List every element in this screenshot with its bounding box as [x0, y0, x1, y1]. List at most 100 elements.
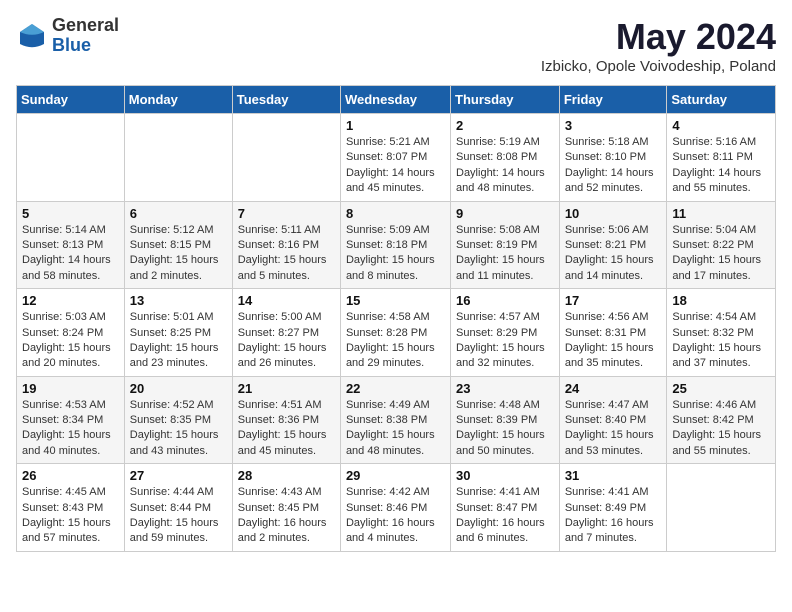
day-number: 26: [22, 468, 119, 483]
day-number: 18: [672, 293, 770, 308]
day-info: Sunrise: 4:56 AMSunset: 8:31 PMDaylight:…: [565, 310, 662, 372]
day-cell: 14 Sunrise: 5:00 AMSunset: 8:27 PMDayligh…: [232, 289, 340, 377]
day-info: Sunrise: 5:12 AMSunset: 8:15 PMDaylight:…: [130, 223, 227, 285]
day-info: Sunrise: 4:57 AMSunset: 8:29 PMDaylight:…: [456, 310, 554, 372]
day-number: 1: [346, 118, 445, 133]
day-cell: 29 Sunrise: 4:42 AMSunset: 8:46 PMDayligh…: [340, 464, 450, 552]
day-cell: 1 Sunrise: 5:21 AMSunset: 8:07 PMDaylight…: [340, 114, 450, 202]
day-number: 8: [346, 206, 445, 221]
day-number: 21: [238, 381, 335, 396]
day-info: Sunrise: 5:11 AMSunset: 8:16 PMDaylight:…: [238, 223, 335, 285]
day-number: 20: [130, 381, 227, 396]
day-number: 29: [346, 468, 445, 483]
day-number: 10: [565, 206, 662, 221]
logo: General Blue: [16, 16, 119, 56]
day-number: 19: [22, 381, 119, 396]
header-cell-friday: Friday: [559, 86, 667, 114]
day-info: Sunrise: 4:52 AMSunset: 8:35 PMDaylight:…: [130, 398, 227, 460]
day-cell: 22Sunrise: 4:49 AMSunset: 8:38 PMDayligh…: [340, 376, 450, 464]
calendar-header: SundayMondayTuesdayWednesdayThursdayFrid…: [17, 86, 776, 114]
day-info: Sunrise: 4:45 AMSunset: 8:43 PMDaylight:…: [22, 485, 119, 547]
day-info: Sunrise: 5:00 AMSunset: 8:27 PMDaylight:…: [238, 310, 335, 372]
day-number: 3: [565, 118, 662, 133]
header-cell-sunday: Sunday: [17, 86, 125, 114]
day-info: Sunrise: 5:03 AMSunset: 8:24 PMDaylight:…: [22, 310, 119, 372]
day-number: 25: [672, 381, 770, 396]
day-number: 15: [346, 293, 445, 308]
title-block: May 2024 Izbicko, Opole Voivodeship, Pol…: [541, 16, 776, 75]
location: Izbicko, Opole Voivodeship, Poland: [541, 58, 776, 75]
day-cell: 26 Sunrise: 4:45 AMSunset: 8:43 PMDayligh…: [17, 464, 125, 552]
day-cell: 28Sunrise: 4:43 AMSunset: 8:45 PMDayligh…: [232, 464, 340, 552]
day-cell: 25Sunrise: 4:46 AMSunset: 8:42 PMDayligh…: [667, 376, 776, 464]
logo-blue: Blue: [52, 36, 119, 56]
day-cell: 12 Sunrise: 5:03 AMSunset: 8:24 PMDayligh…: [17, 289, 125, 377]
day-cell: 18 Sunrise: 4:54 AMSunset: 8:32 PMDayligh…: [667, 289, 776, 377]
day-number: 2: [456, 118, 554, 133]
day-info: Sunrise: 5:14 AMSunset: 8:13 PMDaylight:…: [22, 223, 119, 285]
day-cell: 6 Sunrise: 5:12 AMSunset: 8:15 PMDaylight…: [124, 201, 232, 289]
header-cell-tuesday: Tuesday: [232, 86, 340, 114]
day-number: 5: [22, 206, 119, 221]
day-info: Sunrise: 4:41 AMSunset: 8:47 PMDaylight:…: [456, 485, 554, 547]
day-cell: 20 Sunrise: 4:52 AMSunset: 8:35 PMDayligh…: [124, 376, 232, 464]
day-info: Sunrise: 5:21 AMSunset: 8:07 PMDaylight:…: [346, 135, 445, 197]
day-cell: 30Sunrise: 4:41 AMSunset: 8:47 PMDayligh…: [451, 464, 560, 552]
day-cell: [17, 114, 125, 202]
day-info: Sunrise: 4:48 AMSunset: 8:39 PMDaylight:…: [456, 398, 554, 460]
day-info: Sunrise: 5:06 AMSunset: 8:21 PMDaylight:…: [565, 223, 662, 285]
day-cell: 23 Sunrise: 4:48 AMSunset: 8:39 PMDayligh…: [451, 376, 560, 464]
day-number: 11: [672, 206, 770, 221]
day-number: 31: [565, 468, 662, 483]
day-cell: [232, 114, 340, 202]
day-cell: [667, 464, 776, 552]
day-info: Sunrise: 4:53 AMSunset: 8:34 PMDaylight:…: [22, 398, 119, 460]
day-info: Sunrise: 4:42 AMSunset: 8:46 PMDaylight:…: [346, 485, 445, 547]
day-number: 16: [456, 293, 554, 308]
day-info: Sunrise: 4:51 AMSunset: 8:36 PMDaylight:…: [238, 398, 335, 460]
day-cell: 2Sunrise: 5:19 AMSunset: 8:08 PMDaylight…: [451, 114, 560, 202]
day-cell: 15Sunrise: 4:58 AMSunset: 8:28 PMDayligh…: [340, 289, 450, 377]
day-info: Sunrise: 4:54 AMSunset: 8:32 PMDaylight:…: [672, 310, 770, 372]
header-cell-thursday: Thursday: [451, 86, 560, 114]
calendar: SundayMondayTuesdayWednesdayThursdayFrid…: [16, 85, 776, 552]
day-cell: 5 Sunrise: 5:14 AMSunset: 8:13 PMDaylight…: [17, 201, 125, 289]
day-cell: 3Sunrise: 5:18 AMSunset: 8:10 PMDaylight…: [559, 114, 667, 202]
day-number: 14: [238, 293, 335, 308]
day-number: 24: [565, 381, 662, 396]
day-cell: 9 Sunrise: 5:08 AMSunset: 8:19 PMDaylight…: [451, 201, 560, 289]
day-info: Sunrise: 4:47 AMSunset: 8:40 PMDaylight:…: [565, 398, 662, 460]
header-cell-saturday: Saturday: [667, 86, 776, 114]
day-number: 7: [238, 206, 335, 221]
day-info: Sunrise: 4:44 AMSunset: 8:44 PMDaylight:…: [130, 485, 227, 547]
logo-icon: [16, 20, 48, 52]
day-info: Sunrise: 4:49 AMSunset: 8:38 PMDaylight:…: [346, 398, 445, 460]
day-info: Sunrise: 4:41 AMSunset: 8:49 PMDaylight:…: [565, 485, 662, 547]
logo-text: General Blue: [52, 16, 119, 56]
day-info: Sunrise: 5:01 AMSunset: 8:25 PMDaylight:…: [130, 310, 227, 372]
day-number: 6: [130, 206, 227, 221]
day-cell: 8Sunrise: 5:09 AMSunset: 8:18 PMDaylight…: [340, 201, 450, 289]
page-header: General Blue May 2024 Izbicko, Opole Voi…: [16, 16, 776, 75]
week-row-1: 1 Sunrise: 5:21 AMSunset: 8:07 PMDaylight…: [17, 114, 776, 202]
day-cell: 13 Sunrise: 5:01 AMSunset: 8:25 PMDayligh…: [124, 289, 232, 377]
day-cell: 7 Sunrise: 5:11 AMSunset: 8:16 PMDaylight…: [232, 201, 340, 289]
day-number: 4: [672, 118, 770, 133]
day-number: 9: [456, 206, 554, 221]
month-title: May 2024: [541, 16, 776, 58]
day-info: Sunrise: 5:08 AMSunset: 8:19 PMDaylight:…: [456, 223, 554, 285]
day-number: 13: [130, 293, 227, 308]
week-row-2: 5 Sunrise: 5:14 AMSunset: 8:13 PMDaylight…: [17, 201, 776, 289]
day-cell: 24 Sunrise: 4:47 AMSunset: 8:40 PMDayligh…: [559, 376, 667, 464]
day-number: 17: [565, 293, 662, 308]
day-info: Sunrise: 5:16 AMSunset: 8:11 PMDaylight:…: [672, 135, 770, 197]
calendar-body: 1 Sunrise: 5:21 AMSunset: 8:07 PMDaylight…: [17, 114, 776, 552]
week-row-3: 12 Sunrise: 5:03 AMSunset: 8:24 PMDayligh…: [17, 289, 776, 377]
day-cell: 27Sunrise: 4:44 AMSunset: 8:44 PMDayligh…: [124, 464, 232, 552]
week-row-4: 19 Sunrise: 4:53 AMSunset: 8:34 PMDayligh…: [17, 376, 776, 464]
day-cell: 4 Sunrise: 5:16 AMSunset: 8:11 PMDaylight…: [667, 114, 776, 202]
day-info: Sunrise: 5:04 AMSunset: 8:22 PMDaylight:…: [672, 223, 770, 285]
day-number: 23: [456, 381, 554, 396]
day-number: 12: [22, 293, 119, 308]
header-row: SundayMondayTuesdayWednesdayThursdayFrid…: [17, 86, 776, 114]
